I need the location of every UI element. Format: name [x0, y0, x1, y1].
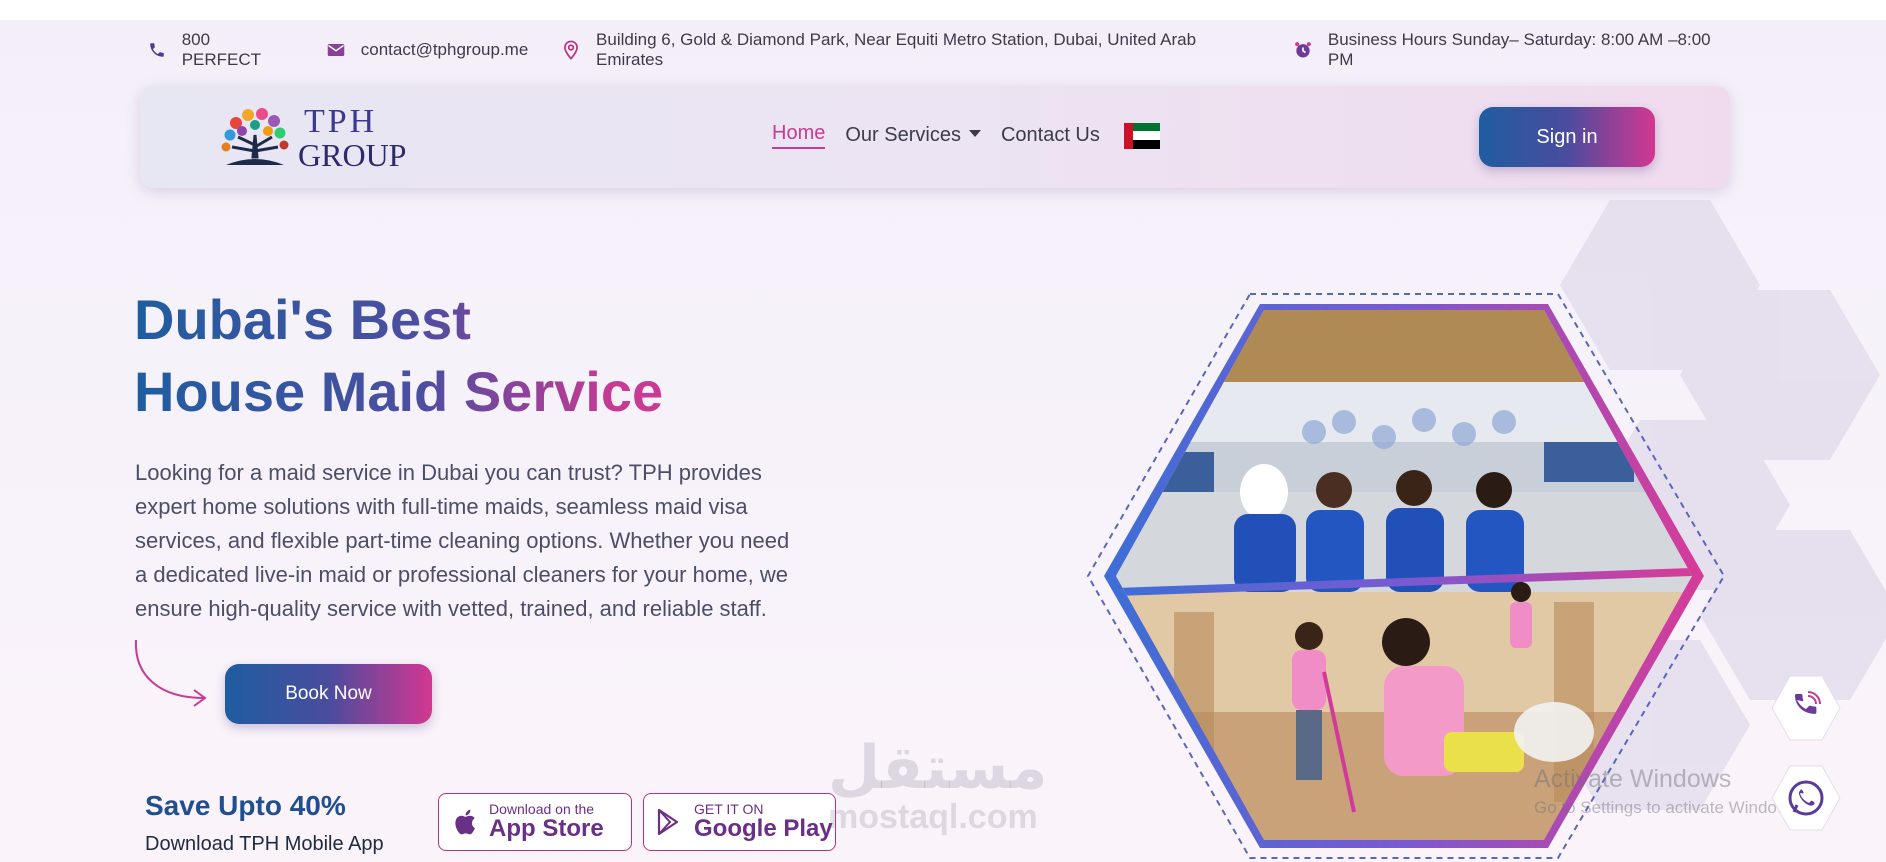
nav-home[interactable]: Home: [772, 122, 826, 149]
watermark-english: mostaql.com: [828, 798, 1038, 836]
email-text: contact@tphgroup.me: [360, 40, 529, 59]
top-white-strip: [0, 0, 1886, 20]
google-play-button[interactable]: GET IT ON Google Play: [643, 793, 836, 851]
uae-flag-icon[interactable]: [1123, 122, 1160, 149]
hero-description: Looking for a maid service in Dubai you …: [135, 460, 790, 621]
tree-logo-icon: [221, 108, 289, 165]
whatsapp-float-button[interactable]: [1770, 762, 1842, 834]
nav-our-services[interactable]: Our Services: [845, 124, 981, 147]
apple-icon: [451, 807, 479, 837]
location-icon: [560, 39, 582, 61]
hours-info: Business Hours Sunday– Saturday: 8:00 AM…: [1292, 30, 1736, 70]
address-text: Building 6, Gold & Diamond Park, Near Eq…: [596, 30, 1197, 69]
phone-text: 800 PERFECT: [181, 30, 262, 69]
call-icon: [1771, 675, 1841, 741]
download-app-text: Download TPH Mobile App: [145, 833, 384, 855]
google-play-big-text: Google Play: [694, 815, 833, 842]
app-store-small-text: Download on the: [489, 801, 595, 817]
watermark-arabic: مستقل: [828, 734, 1048, 801]
hours-text: Business Hours Sunday– Saturday: 8:00 AM…: [1327, 30, 1711, 69]
contact-bar: 800 PERFECT contact@tphgroup.me Building…: [146, 30, 1736, 69]
sign-in-button[interactable]: Sign in: [1479, 107, 1655, 167]
app-store-button[interactable]: Download on the App Store: [438, 793, 632, 851]
email-info[interactable]: contact@tphgroup.me: [325, 39, 529, 61]
phone-icon: [146, 39, 168, 61]
nav-our-services-label: Our Services: [845, 124, 961, 146]
activate-windows-sub: Go to Settings to activate Windows.: [1534, 798, 1803, 817]
save-upto-heading: Save Upto 40%: [145, 790, 346, 821]
hero-title-line-1: Dubai's Best: [134, 288, 471, 351]
play-icon: [656, 807, 684, 837]
address-info: Building 6, Gold & Diamond Park, Near Eq…: [560, 30, 1260, 70]
mostaql-watermark: مستقل mostaql.com: [828, 738, 1047, 837]
chevron-down-icon: [968, 130, 981, 138]
clock-icon: [1292, 39, 1314, 61]
mail-icon: [325, 39, 347, 61]
book-now-button[interactable]: Book Now: [225, 664, 432, 724]
activate-windows-notice: Activate Windows Go to Settings to activ…: [1534, 765, 1802, 818]
hero-title: Dubai's Best House Maid Service: [134, 284, 774, 428]
phone-info[interactable]: 800 PERFECT: [146, 30, 293, 70]
hero-title-line-2: House Maid Service: [134, 360, 664, 423]
logo-line-2: GROUP: [298, 137, 407, 173]
curved-arrow-icon: [134, 639, 207, 707]
call-float-button[interactable]: [1770, 672, 1842, 744]
main-navbar: TPH GROUP Home Our Services Contact Us S…: [140, 86, 1730, 188]
logo-line-1: TPH: [304, 103, 378, 140]
tph-logo[interactable]: TPH GROUP: [216, 104, 416, 172]
google-play-small-text: GET IT ON: [694, 801, 764, 817]
whatsapp-icon: [1771, 765, 1841, 831]
nav-contact-us[interactable]: Contact Us: [1001, 124, 1100, 147]
activate-windows-title: Activate Windows: [1534, 765, 1732, 793]
nav-menu: Home Our Services Contact Us: [772, 122, 1160, 149]
app-store-big-text: App Store: [489, 815, 604, 842]
